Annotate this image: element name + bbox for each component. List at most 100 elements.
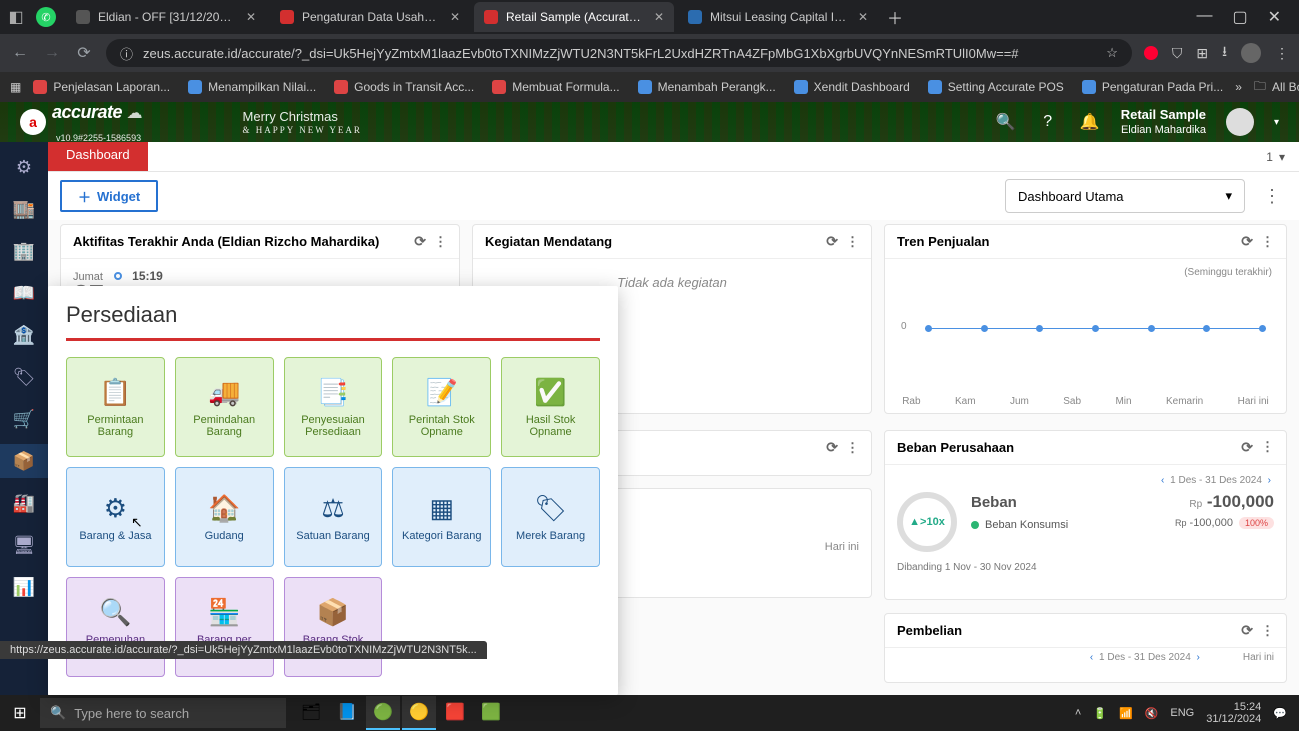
sidebar-settings-icon[interactable]: ⚙ xyxy=(0,150,48,184)
whatsapp-icon[interactable]: ✆ xyxy=(36,7,56,27)
close-icon[interactable]: ✕ xyxy=(654,10,664,24)
kebab-menu-icon[interactable]: ⋮ xyxy=(434,234,447,250)
bookmark-overflow-icon[interactable]: » xyxy=(1235,80,1242,94)
maximize-icon[interactable]: ▢ xyxy=(1232,7,1247,27)
tile-barang-jasa[interactable]: ⚙Barang & Jasa xyxy=(66,467,165,567)
bookmark-item[interactable]: Setting Accurate POS xyxy=(922,78,1070,96)
sidebar-cart-icon[interactable]: 🛒 xyxy=(0,402,48,436)
tile-barang-stok-minimum[interactable]: 📦Barang Stok Minimum xyxy=(284,577,383,677)
download-icon[interactable]: ⭳ xyxy=(1222,41,1227,65)
help-icon[interactable]: ? xyxy=(1037,111,1059,133)
sidebar-inventory-icon[interactable]: 📦 xyxy=(0,444,48,478)
taskbar-clock[interactable]: 15:24 31/12/2024 xyxy=(1206,701,1261,725)
bookmark-item[interactable]: Membuat Formula... xyxy=(486,78,625,96)
url-input[interactable]: ⓘ zeus.accurate.id/accurate/?_dsi=Uk5Hej… xyxy=(106,39,1132,67)
tab-dashboard[interactable]: Dashboard xyxy=(48,142,148,171)
minimize-icon[interactable]: — xyxy=(1196,7,1212,27)
tile-kategori-barang[interactable]: ▦Kategori Barang xyxy=(392,467,491,567)
add-widget-button[interactable]: ＋ Widget xyxy=(60,180,158,212)
sidebar-tag-icon[interactable]: 🏷 xyxy=(0,360,48,394)
notifications-icon[interactable]: 💬 xyxy=(1273,707,1287,720)
search-icon[interactable]: 🔍 xyxy=(995,111,1017,133)
chevron-down-icon[interactable]: ▾ xyxy=(1274,117,1279,128)
battery-icon[interactable]: 🔋 xyxy=(1093,707,1107,720)
taskbar-explorer-icon[interactable]: 🗂 xyxy=(294,696,328,730)
star-icon[interactable]: ☆ xyxy=(1106,45,1118,61)
next-period-icon[interactable]: › xyxy=(1265,475,1274,486)
tray-chevron-icon[interactable]: ˄ xyxy=(1075,707,1081,719)
taskbar-pdf-icon[interactable]: 🟥 xyxy=(438,696,472,730)
kebab-menu-icon[interactable]: ⋮ xyxy=(846,234,859,250)
profile-icon[interactable] xyxy=(1241,43,1261,63)
shield-icon[interactable]: ⛉ xyxy=(1172,45,1183,62)
tile-gudang[interactable]: 🏠Gudang xyxy=(175,467,274,567)
sidebar-book-icon[interactable]: 📖 xyxy=(0,276,48,310)
prev-period-icon[interactable]: ‹ xyxy=(1087,652,1096,663)
lang-indicator[interactable]: ENG xyxy=(1170,707,1194,719)
tile-penyesuaian-persediaan[interactable]: 📑Penyesuaian Persediaan xyxy=(284,357,383,457)
tile-pemindahan-barang[interactable]: 🚚Pemindahan Barang xyxy=(175,357,274,457)
reload-icon[interactable]: ⟳ xyxy=(74,43,94,63)
sidebar-factory-icon[interactable]: 🏭 xyxy=(0,486,48,520)
sidebar-cashier-icon[interactable]: 🏬 xyxy=(0,192,48,226)
sidebar-bank-icon[interactable]: 🏦 xyxy=(0,318,48,352)
tile-pemenuhan-pesanan[interactable]: 🔍Pemenuhan Pesanan xyxy=(66,577,165,677)
kebab-menu-icon[interactable]: ⋮ xyxy=(1261,439,1274,455)
sidebar-building-icon[interactable]: 🏢 xyxy=(0,234,48,268)
next-period-icon[interactable]: › xyxy=(1194,652,1203,663)
prev-period-icon[interactable]: ‹ xyxy=(1158,475,1167,486)
bookmark-item[interactable]: Xendit Dashboard xyxy=(788,78,916,96)
kebab-menu-icon[interactable]: ⋮ xyxy=(846,440,859,456)
tab-1[interactable]: Pengaturan Data Usaha ACCUR ✕ xyxy=(270,2,470,32)
bookmark-item[interactable]: Menambah Perangk... xyxy=(632,78,782,96)
all-bookmarks-button[interactable]: 🗀All Bookmarks xyxy=(1248,75,1299,100)
extension-red-icon[interactable] xyxy=(1144,46,1158,60)
apps-icon[interactable]: ▦ xyxy=(10,80,21,94)
taskbar-search[interactable]: 🔍 Type here to search xyxy=(40,698,286,728)
tile-perintah-stok-opname[interactable]: 📝Perintah Stok Opname xyxy=(392,357,491,457)
tile-merek-barang[interactable]: 🏷Merek Barang xyxy=(501,467,600,567)
extensions-icon[interactable]: ⊞ xyxy=(1196,45,1208,62)
kebab-menu-icon[interactable]: ⋮ xyxy=(1261,234,1274,250)
taskbar-notepad-icon[interactable]: 📘 xyxy=(330,696,364,730)
kebab-menu-icon[interactable]: ⋮ xyxy=(1275,45,1289,62)
bell-icon[interactable]: 🔔 xyxy=(1079,111,1101,133)
bookmark-item[interactable]: Pengaturan Pada Pri... xyxy=(1076,78,1229,96)
tab-3[interactable]: Mitsui Leasing Capital Indonesi ✕ xyxy=(678,2,878,32)
close-icon[interactable]: ✕ xyxy=(858,10,868,24)
refresh-icon[interactable]: ⟳ xyxy=(1241,622,1253,639)
close-window-icon[interactable]: ✕ xyxy=(1268,7,1281,27)
dashboard-select[interactable]: Dashboard Utama ▾ xyxy=(1005,179,1245,213)
avatar[interactable] xyxy=(1226,108,1254,136)
tab-2[interactable]: Retail Sample (Accurate Online) ✕ xyxy=(474,2,674,32)
new-tab-button[interactable]: ＋ xyxy=(882,4,908,30)
taskbar-excel-icon[interactable]: 🟩 xyxy=(474,696,508,730)
volume-icon[interactable]: 🔇 xyxy=(1145,707,1159,720)
tile-hasil-stok-opname[interactable]: ✅Hasil Stok Opname xyxy=(501,357,600,457)
tile-permintaan-barang[interactable]: 📋Permintaan Barang xyxy=(66,357,165,457)
sidebar-asset-icon[interactable]: 🖥 xyxy=(0,528,48,562)
start-button[interactable]: ⊞ xyxy=(0,695,40,731)
kebab-menu-icon[interactable]: ⋮ xyxy=(1261,623,1274,639)
chevron-down-icon[interactable]: ▾ xyxy=(1279,150,1285,164)
close-icon[interactable]: ✕ xyxy=(246,10,256,24)
recent-tabs-icon[interactable]: ◧ xyxy=(6,7,26,27)
refresh-icon[interactable]: ⟳ xyxy=(1241,439,1253,456)
bookmark-item[interactable]: Goods in Transit Acc... xyxy=(328,78,480,96)
refresh-icon[interactable]: ⟳ xyxy=(826,439,838,456)
site-info-icon[interactable]: ⓘ xyxy=(120,44,133,63)
back-icon[interactable]: ← xyxy=(10,44,30,62)
wifi-icon[interactable]: 📶 xyxy=(1119,707,1133,720)
refresh-icon[interactable]: ⟳ xyxy=(826,233,838,250)
tile-satuan-barang[interactable]: ⚖Satuan Barang xyxy=(284,467,383,567)
refresh-icon[interactable]: ⟳ xyxy=(414,233,426,250)
tab-0[interactable]: Eldian - OFF [31/12/2024] | #86 ✕ xyxy=(66,2,266,32)
bookmark-item[interactable]: Menampilkan Nilai... xyxy=(182,78,322,96)
close-icon[interactable]: ✕ xyxy=(450,10,460,24)
kebab-menu-icon[interactable]: ⋮ xyxy=(1257,186,1287,207)
refresh-icon[interactable]: ⟳ xyxy=(1241,233,1253,250)
taskbar-chrome-icon[interactable]: 🟢 xyxy=(366,696,400,730)
bookmark-item[interactable]: Penjelasan Laporan... xyxy=(27,78,176,96)
tile-barang-per-gudang[interactable]: 🏪Barang per Gudang xyxy=(175,577,274,677)
sidebar-report-icon[interactable]: 📊 xyxy=(0,570,48,604)
